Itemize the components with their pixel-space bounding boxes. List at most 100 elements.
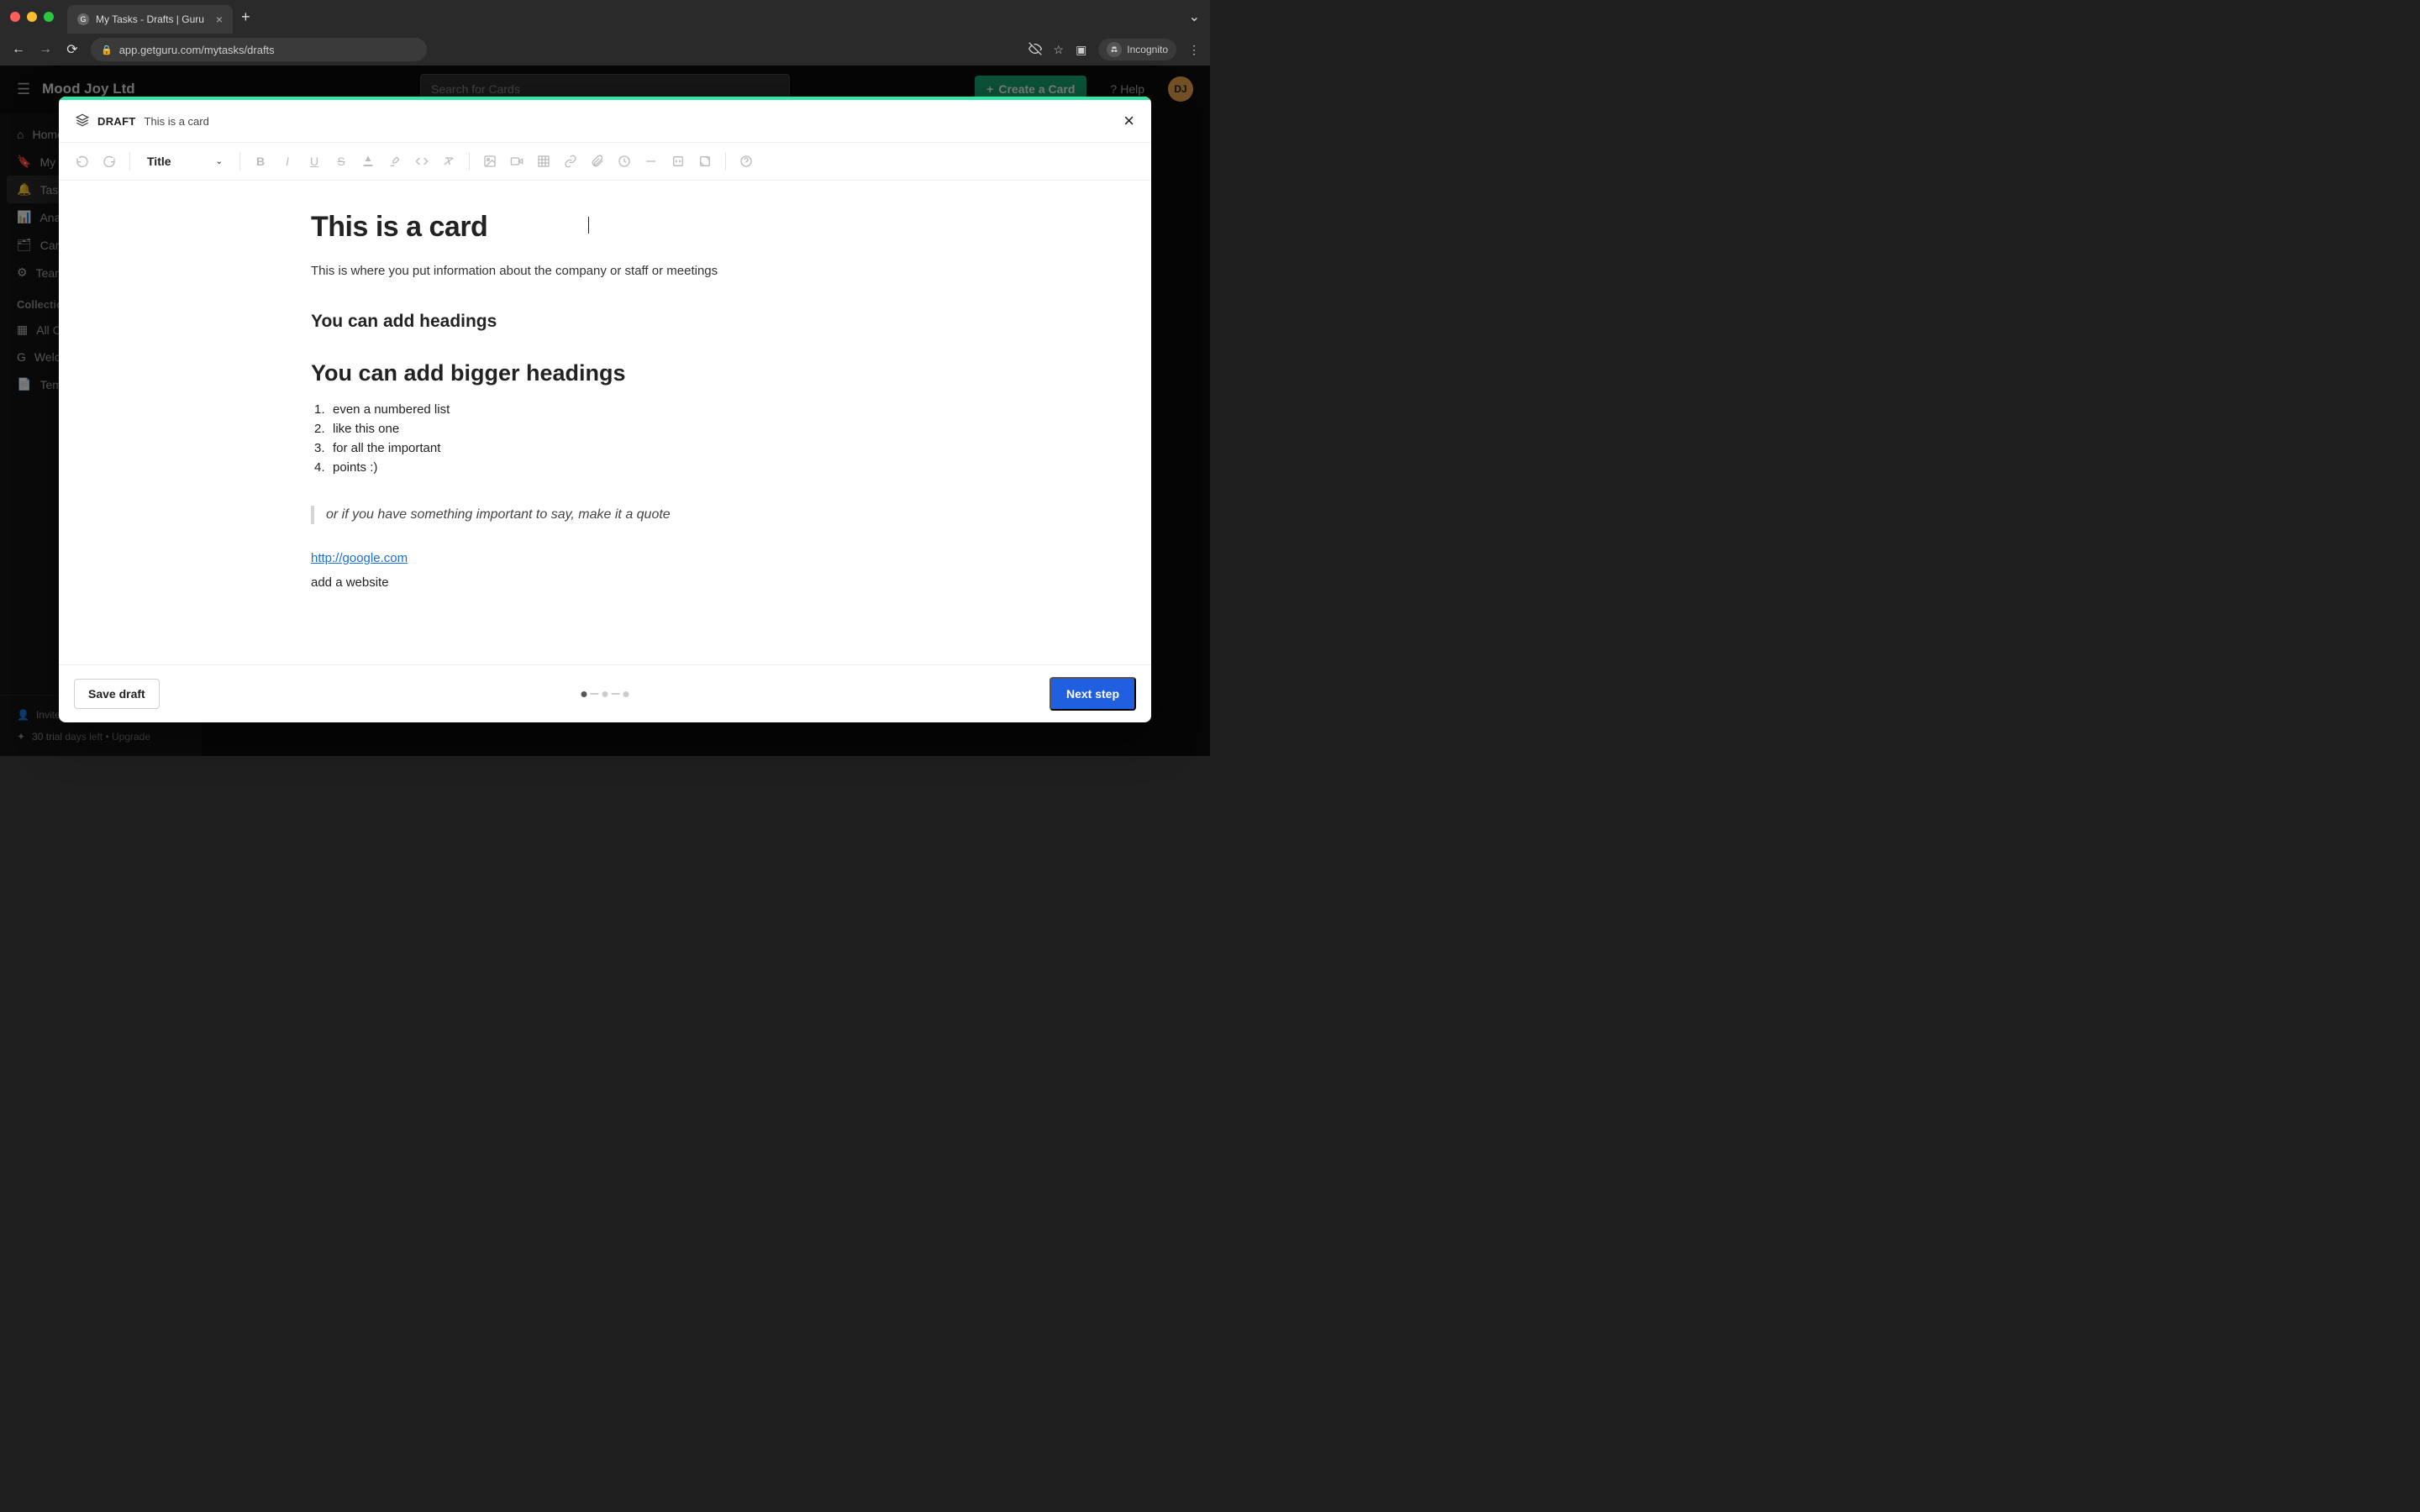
cards-icon: 🗂 (17, 238, 32, 252)
tab-title: My Tasks - Drafts | Guru (96, 13, 204, 25)
attachment-button[interactable] (586, 150, 609, 173)
window-minimize-button[interactable] (27, 12, 37, 22)
reload-button[interactable]: ⟳ (64, 41, 81, 58)
help-icon: ? (1110, 82, 1117, 96)
style-select-value: Title (147, 155, 171, 168)
browser-tab[interactable]: G My Tasks - Drafts | Guru × (67, 5, 233, 34)
list-item[interactable]: even a numbered list (311, 400, 882, 419)
toolbar-separator (469, 152, 470, 171)
hyperlink[interactable]: http://google.com (311, 551, 408, 565)
lock-icon: 🔒 (101, 45, 113, 55)
help-label: Help (1120, 82, 1144, 96)
text-color-button[interactable] (356, 150, 380, 173)
eye-off-icon[interactable] (1028, 42, 1042, 58)
card-editor-modal: DRAFT This is a card × Title ⌄ B I U S (59, 97, 1151, 722)
window-close-button[interactable] (10, 12, 20, 22)
editor-canvas[interactable]: This is a card This is where you put inf… (59, 181, 1151, 664)
bookmark-icon: 🔖 (17, 155, 31, 169)
code-button[interactable] (410, 150, 434, 173)
chart-icon: 📊 (17, 210, 31, 224)
tab-favicon-icon: G (77, 13, 89, 25)
chevron-down-icon: ⌄ (216, 157, 223, 166)
bell-icon: 🔔 (17, 182, 31, 197)
blockquote[interactable]: or if you have something important to sa… (311, 506, 882, 524)
list-item[interactable]: like this one (311, 419, 882, 438)
kebab-menu-icon[interactable]: ⋮ (1188, 43, 1200, 57)
toolbar-separator (129, 152, 130, 171)
toolbar-separator (725, 152, 726, 171)
toolbar-help-button[interactable] (734, 150, 758, 173)
body-paragraph[interactable]: This is where you put information about … (311, 262, 882, 281)
divider-button[interactable] (639, 150, 663, 173)
highlight-button[interactable] (383, 150, 407, 173)
back-button[interactable]: ← (10, 42, 27, 57)
browser-tab-bar: G My Tasks - Drafts | Guru × + ⌄ (0, 0, 1210, 34)
table-button[interactable] (532, 150, 555, 173)
guru-card-button[interactable] (613, 150, 636, 173)
strikethrough-button[interactable]: S (329, 150, 353, 173)
browser-url-bar: ← → ⟳ 🔒 app.getguru.com/mytasks/drafts ☆… (0, 34, 1210, 66)
modal-footer: Save draft Next step (59, 664, 1151, 722)
undo-button[interactable] (71, 150, 94, 173)
link-button[interactable] (559, 150, 582, 173)
search-placeholder: Search for Cards (431, 82, 520, 96)
editor-toolbar: Title ⌄ B I U S (59, 143, 1151, 181)
home-icon: ⌂ (17, 128, 24, 141)
text-cursor (588, 217, 589, 234)
sparkle-icon: ✦ (17, 731, 25, 743)
incognito-badge[interactable]: Incognito (1098, 39, 1176, 60)
person-plus-icon: 👤 (17, 709, 29, 721)
tabs-dropdown-icon[interactable]: ⌄ (1189, 8, 1200, 25)
list-item[interactable]: for all the important (311, 438, 882, 458)
macos-traffic-lights (10, 12, 54, 22)
step-dot-2 (602, 691, 608, 697)
grid-icon: ▦ (17, 323, 28, 337)
iframe-button[interactable] (693, 150, 717, 173)
bold-button[interactable]: B (249, 150, 272, 173)
stack-icon (76, 113, 89, 129)
step-connector (591, 693, 599, 695)
template-icon: 📄 (17, 377, 31, 391)
gear-icon: ⚙ (17, 265, 28, 280)
redo-button[interactable] (97, 150, 121, 173)
heading-big[interactable]: You can add bigger headings (311, 360, 882, 386)
user-avatar[interactable]: DJ (1168, 76, 1193, 102)
step-dot-3 (623, 691, 629, 697)
incognito-label: Incognito (1127, 44, 1168, 55)
step-dot-1 (581, 691, 587, 697)
tab-close-icon[interactable]: × (216, 13, 223, 26)
draft-badge: DRAFT (97, 115, 136, 128)
avatar-initials: DJ (1174, 83, 1186, 95)
hamburger-icon[interactable]: ☰ (17, 81, 30, 98)
style-select[interactable]: Title ⌄ (139, 151, 231, 171)
link-caption[interactable]: add a website (311, 575, 882, 590)
italic-button[interactable]: I (276, 150, 299, 173)
extensions-icon[interactable]: ▣ (1076, 43, 1086, 57)
breadcrumb-title: This is a card (145, 115, 209, 128)
clear-format-button[interactable] (437, 150, 460, 173)
create-card-label: Create a Card (998, 82, 1075, 96)
underline-button[interactable]: U (302, 150, 326, 173)
close-button[interactable]: × (1123, 110, 1134, 132)
embed-button[interactable] (666, 150, 690, 173)
card-title-text: This is a card (311, 211, 487, 243)
plus-icon: + (986, 82, 993, 96)
help-link[interactable]: ? Help (1110, 82, 1144, 96)
window-maximize-button[interactable] (44, 12, 54, 22)
numbered-list[interactable]: even a numbered list like this one for a… (311, 400, 882, 477)
video-button[interactable] (505, 150, 529, 173)
card-title[interactable]: This is a card (311, 211, 882, 244)
incognito-icon (1107, 42, 1122, 57)
next-step-button[interactable]: Next step (1050, 677, 1136, 711)
toolbar-separator (239, 152, 240, 171)
star-icon[interactable]: ☆ (1054, 43, 1065, 57)
url-text: app.getguru.com/mytasks/drafts (119, 44, 275, 56)
heading-small[interactable]: You can add headings (311, 312, 882, 332)
trial-link[interactable]: ✦30 trial days left • Upgrade (17, 726, 185, 748)
image-button[interactable] (478, 150, 502, 173)
list-item[interactable]: points :) (311, 458, 882, 477)
save-draft-button[interactable]: Save draft (74, 679, 160, 709)
address-bar[interactable]: 🔒 app.getguru.com/mytasks/drafts (91, 38, 427, 61)
forward-button[interactable]: → (37, 42, 54, 57)
new-tab-button[interactable]: + (241, 8, 250, 26)
